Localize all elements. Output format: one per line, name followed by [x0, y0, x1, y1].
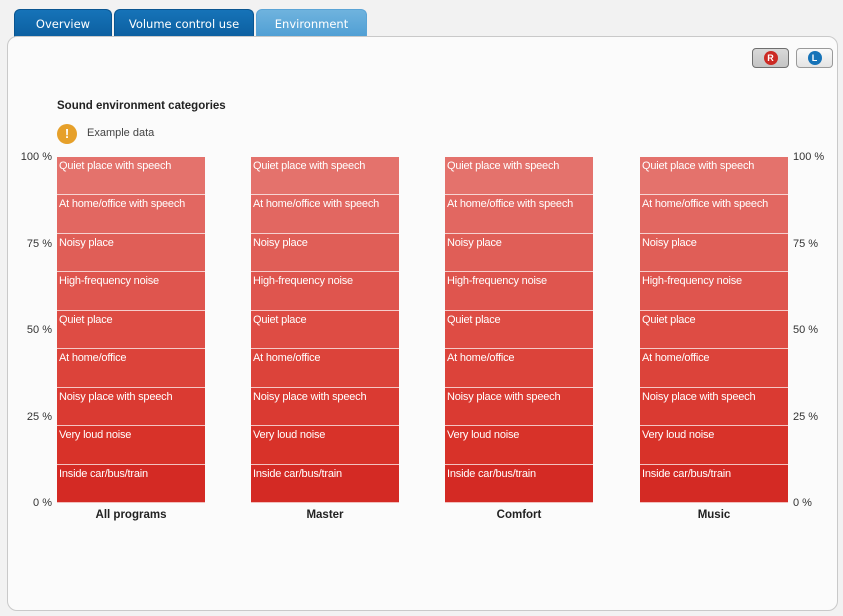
section-title: Sound environment categories	[57, 100, 226, 112]
bar-column: Inside car/bus/train Very loud noise Noisy…	[57, 157, 205, 503]
example-data-label: Example data	[87, 127, 155, 139]
y-tick-left: 0 %	[33, 497, 52, 509]
y-tick-left: 25 %	[26, 410, 52, 423]
warning-icon: !	[57, 124, 77, 144]
bar-segment[interactable]: High-frequency noise	[251, 272, 399, 311]
y-tick-right: 100 %	[793, 151, 825, 163]
category-label: Master	[306, 509, 344, 521]
bar-segment[interactable]: Inside car/bus/train	[640, 464, 788, 503]
bar-segment[interactable]: Noisy place	[445, 233, 593, 273]
tab-overview[interactable]: Overview	[14, 9, 112, 37]
bar-segment[interactable]: Noisy place	[251, 233, 399, 273]
bar-column: Inside car/bus/train Very loud noise Noisy…	[640, 157, 788, 503]
bar-segment[interactable]: Quiet place	[57, 310, 205, 350]
bar-segment[interactable]: Quiet place with speech	[445, 157, 593, 196]
y-tick-right: 25 %	[793, 410, 819, 423]
bar-segment[interactable]: At home/office with speech	[640, 195, 788, 234]
y-tick-right: 0 %	[793, 497, 812, 509]
bar-segment[interactable]: Very loud noise	[640, 426, 788, 465]
bar-segment[interactable]: Inside car/bus/train	[251, 464, 399, 503]
y-tick-right: 50 %	[793, 324, 819, 336]
bar-segment[interactable]: Noisy place with speech	[57, 387, 205, 427]
category-label: All programs	[95, 509, 167, 521]
bar-segment[interactable]: At home/office with speech	[251, 195, 399, 234]
bar-segment[interactable]: At home/office with speech	[445, 195, 593, 234]
bar-segment[interactable]: Very loud noise	[57, 426, 205, 465]
bar-segment[interactable]: At home/office with speech	[57, 195, 205, 234]
bar-segment[interactable]: At home/office	[57, 349, 205, 388]
y-tick-right: 75 %	[793, 237, 819, 250]
y-tick-left: 100 %	[20, 151, 52, 163]
bar-segment[interactable]: Inside car/bus/train	[445, 464, 593, 503]
bar-segment[interactable]: Quiet place	[251, 310, 399, 350]
y-tick-left: 50 %	[26, 324, 52, 336]
bar-segment[interactable]: Quiet place with speech	[57, 157, 205, 196]
category-label: Music	[697, 509, 731, 521]
bar-segment[interactable]: Noisy place with speech	[640, 387, 788, 427]
bar-segment[interactable]: Very loud noise	[445, 426, 593, 465]
bar-segment[interactable]: Very loud noise	[251, 426, 399, 465]
tab-volume-control-use[interactable]: Volume control use	[114, 9, 254, 37]
bar-segment[interactable]: Quiet place	[445, 310, 593, 350]
bar-segment[interactable]: Noisy place	[640, 233, 788, 273]
right-ear-button[interactable]: R	[752, 48, 789, 68]
bar-segment[interactable]: At home/office	[640, 349, 788, 388]
bar-segment[interactable]: Quiet place	[640, 310, 788, 350]
category-label: Comfort	[496, 509, 542, 521]
bar-segment[interactable]: Quiet place with speech	[640, 157, 788, 196]
bar-column: Inside car/bus/train Very loud noise Noisy…	[445, 157, 593, 503]
bar-segment[interactable]: Noisy place with speech	[445, 387, 593, 427]
bar-segment[interactable]: High-frequency noise	[640, 272, 788, 311]
bar-segment[interactable]: Noisy place with speech	[251, 387, 399, 427]
bar-segment[interactable]: High-frequency noise	[57, 272, 205, 311]
bar-segment[interactable]: At home/office	[251, 349, 399, 388]
left-ear-icon: L	[807, 51, 822, 65]
left-ear-button[interactable]: L	[796, 48, 833, 68]
bar-segment[interactable]: Quiet place with speech	[251, 157, 399, 196]
bar-segment[interactable]: Inside car/bus/train	[57, 464, 205, 503]
bar-segment[interactable]: High-frequency noise	[445, 272, 593, 311]
bar-segment[interactable]: Noisy place	[57, 233, 205, 273]
bar-segment[interactable]: At home/office	[445, 349, 593, 388]
y-tick-left: 75 %	[26, 237, 52, 250]
bar-column: Inside car/bus/train Very loud noise Noisy…	[251, 157, 399, 503]
right-ear-icon: R	[763, 51, 778, 65]
